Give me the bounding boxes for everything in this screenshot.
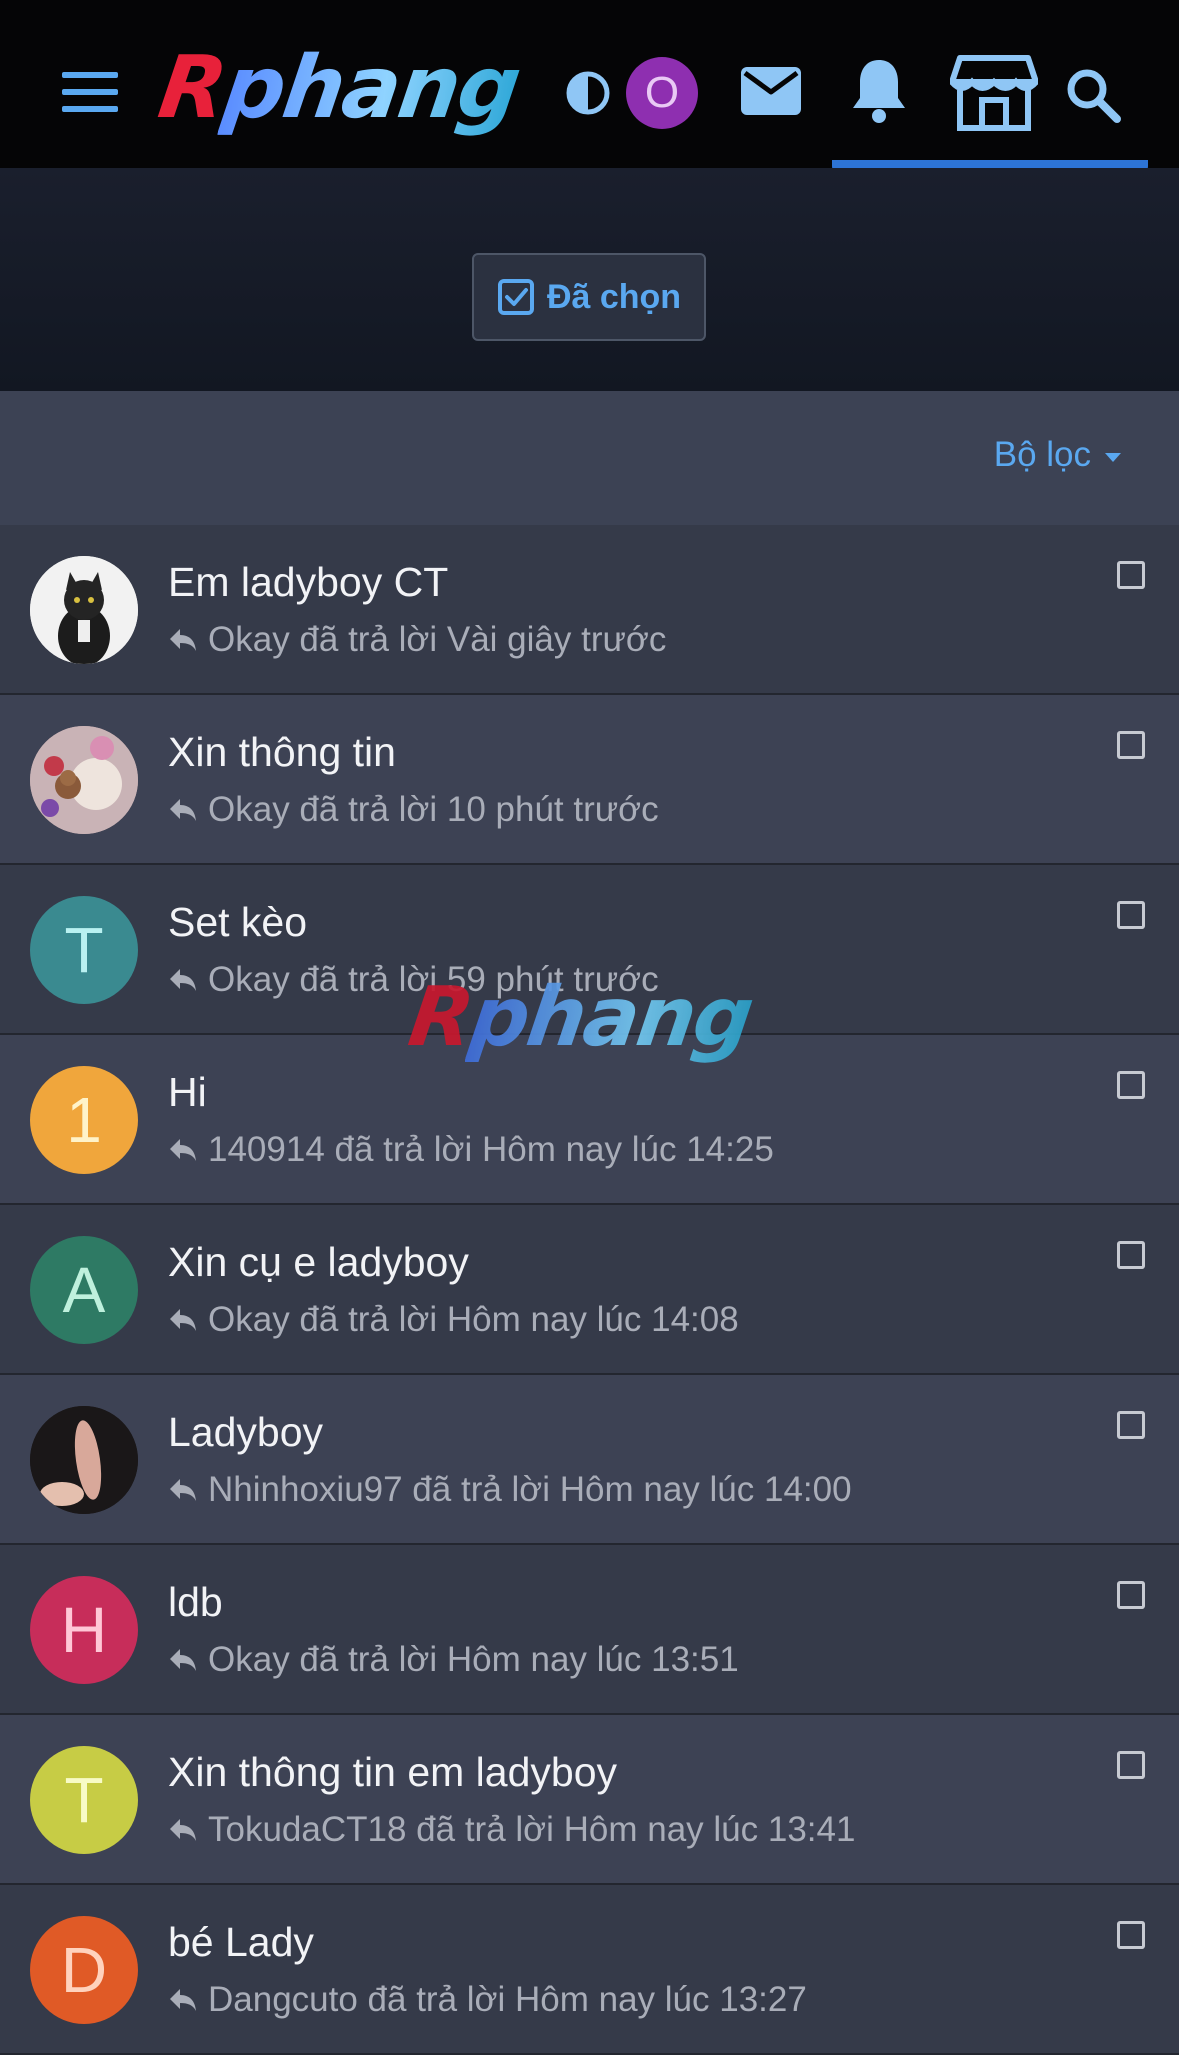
reply-icon	[170, 969, 196, 991]
user-avatar[interactable]: O	[626, 57, 698, 129]
reply-icon	[170, 1819, 196, 1841]
conversation-meta: Okay đã trả lời Hôm nay lúc 14:08	[168, 1300, 739, 1340]
filter-dropdown[interactable]: Bộ lọc	[994, 435, 1121, 475]
selected-filter-label: Đã chọn	[546, 277, 682, 316]
conversation-row[interactable]: Em ladyboy CT Okay đã trả lời Vài giây tr…	[0, 525, 1179, 695]
conversation-meta-text: Nhinhoxiu97 đã trả lời Hôm nay lúc 14:00	[208, 1470, 852, 1509]
conversation-meta-text: Okay đã trả lời Hôm nay lúc 14:08	[208, 1300, 739, 1339]
conversation-row[interactable]: 1 Hi 140914 đã trả lời Hôm nay lúc 14:25	[0, 1035, 1179, 1205]
conversation-meta-text: Dangcuto đã trả lời Hôm nay lúc 13:27	[208, 1980, 807, 2019]
conversation-list: Em ladyboy CT Okay đã trả lời Vài giây tr…	[0, 525, 1179, 2055]
mail-icon[interactable]	[740, 66, 802, 116]
conversation-title[interactable]: ldb	[168, 1579, 223, 1626]
select-checkbox[interactable]	[1117, 1921, 1145, 1949]
conversation-meta: Dangcuto đã trả lời Hôm nay lúc 13:27	[168, 1980, 807, 2020]
conversation-title[interactable]: Hi	[168, 1069, 207, 1116]
reply-icon	[170, 799, 196, 821]
select-checkbox[interactable]	[1117, 1581, 1145, 1609]
conversation-row[interactable]: Xin thông tin Okay đã trả lời 10 phút trư…	[0, 695, 1179, 865]
reply-icon	[170, 629, 196, 651]
checkbox-checked-icon	[497, 279, 534, 315]
filter-dropdown-label: Bộ lọc	[993, 435, 1091, 474]
conversation-meta-text: Okay đã trả lời Vài giây trước	[208, 620, 667, 659]
top-navigation-bar: Rphang O	[0, 0, 1179, 168]
select-checkbox[interactable]	[1117, 1751, 1145, 1779]
conversation-meta-text: TokudaCT18 đã trả lời Hôm nay lúc 13:41	[208, 1810, 856, 1849]
conversation-avatar[interactable]: 1	[30, 1066, 138, 1174]
conversation-meta-text: 140914 đã trả lời Hôm nay lúc 14:25	[208, 1130, 774, 1169]
conversation-row[interactable]: Ladyboy Nhinhoxiu97 đã trả lời Hôm nay lú…	[0, 1375, 1179, 1545]
conversation-meta: Okay đã trả lời Hôm nay lúc 13:51	[168, 1640, 739, 1680]
conversation-avatar[interactable]: H	[30, 1576, 138, 1684]
conversation-avatar[interactable]	[30, 726, 138, 834]
site-logo[interactable]: Rphang	[153, 38, 525, 138]
select-checkbox[interactable]	[1117, 1071, 1145, 1099]
conversation-title[interactable]: Ladyboy	[168, 1409, 323, 1456]
conversation-meta: 140914 đã trả lời Hôm nay lúc 14:25	[168, 1130, 774, 1170]
conversation-title[interactable]: Xin thông tin	[168, 729, 396, 776]
reply-icon	[170, 1139, 196, 1161]
reply-icon	[170, 1649, 196, 1671]
conversation-meta: Okay đã trả lời Vài giây trước	[168, 620, 666, 660]
select-checkbox[interactable]	[1117, 561, 1145, 589]
conversation-meta-text: Okay đã trả lời 10 phút trước	[208, 790, 659, 829]
conversation-row[interactable]: T Set kèo Okay đã trả lời 59 phút trước	[0, 865, 1179, 1035]
conversation-meta-text: Okay đã trả lời Hôm nay lúc 13:51	[208, 1640, 739, 1679]
conversation-row[interactable]: T Xin thông tin em ladyboy TokudaCT18 đã t…	[0, 1715, 1179, 1885]
filter-bar: Bộ lọc	[0, 391, 1179, 527]
contrast-icon[interactable]	[565, 70, 611, 116]
caret-down-icon	[1105, 452, 1121, 462]
selected-filter-button[interactable]: Đã chọn	[472, 253, 706, 341]
select-checkbox[interactable]	[1117, 731, 1145, 759]
reply-icon	[170, 1989, 196, 2011]
select-checkbox[interactable]	[1117, 1411, 1145, 1439]
select-checkbox[interactable]	[1117, 1241, 1145, 1269]
conversation-row[interactable]: Dbé Lady Dangcuto đã trả lời Hôm nay lúc …	[0, 1885, 1179, 2055]
conversation-title[interactable]: Em ladyboy CT	[168, 559, 448, 606]
select-checkbox[interactable]	[1117, 901, 1145, 929]
conversation-avatar[interactable]: T	[30, 896, 138, 1004]
conversation-avatar[interactable]: A	[30, 1236, 138, 1344]
conversation-title[interactable]: bé Lady	[168, 1919, 314, 1966]
bell-icon[interactable]	[850, 56, 908, 124]
conversation-meta-text: Okay đã trả lời 59 phút trước	[208, 960, 659, 999]
reply-icon	[170, 1479, 196, 1501]
conversation-meta: Okay đã trả lời 59 phút trước	[168, 960, 659, 1000]
conversation-title[interactable]: Set kèo	[168, 899, 307, 946]
conversation-avatar[interactable]: D	[30, 1916, 138, 2024]
conversation-meta: TokudaCT18 đã trả lời Hôm nay lúc 13:41	[168, 1810, 855, 1850]
conversation-avatar[interactable]	[30, 556, 138, 664]
conversation-title[interactable]: Xin cụ e ladyboy	[168, 1239, 469, 1286]
search-icon[interactable]	[1064, 66, 1122, 124]
conversation-avatar[interactable]: T	[30, 1746, 138, 1854]
reply-icon	[170, 1309, 196, 1331]
conversation-title[interactable]: Xin thông tin em ladyboy	[168, 1749, 617, 1796]
store-icon[interactable]	[950, 54, 1038, 132]
conversation-row[interactable]: Hldb Okay đã trả lời Hôm nay lúc 13:51	[0, 1545, 1179, 1715]
conversation-row[interactable]: A Xin cụ e ladyboy Okay đã trả lời Hôm nay…	[0, 1205, 1179, 1375]
conversation-meta: Okay đã trả lời 10 phút trước	[168, 790, 659, 830]
conversation-avatar[interactable]	[30, 1406, 138, 1514]
conversation-meta: Nhinhoxiu97 đã trả lời Hôm nay lúc 14:00	[168, 1470, 852, 1510]
menu-icon[interactable]	[60, 68, 120, 116]
